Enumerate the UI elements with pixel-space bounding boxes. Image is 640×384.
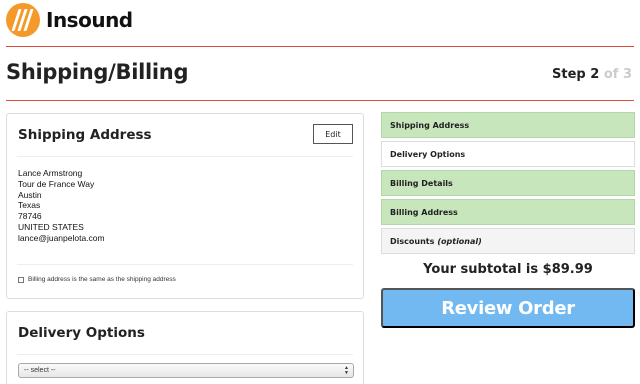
card-divider	[17, 156, 353, 157]
delivery-select-value: -- select --	[24, 367, 56, 374]
optional-label: (optional)	[437, 236, 482, 246]
logo-text: Insound	[46, 8, 133, 32]
shipping-address-title: Shipping Address	[18, 127, 152, 143]
address-name: Lance Armstrong	[18, 168, 83, 178]
subtotal-text: Your subtotal is $89.99	[423, 262, 593, 277]
site-header: Insound	[0, 0, 640, 46]
billing-same-checkbox[interactable]	[18, 276, 24, 283]
checkout-step-shipping-address[interactable]: Shipping Address	[381, 112, 635, 138]
billing-same-as-shipping[interactable]: Billing address is the same as the shipp…	[18, 276, 176, 283]
checkout-step-delivery-options[interactable]: Delivery Options	[381, 141, 635, 167]
shipping-address-card: Shipping Address Edit Lance Armstrong To…	[6, 113, 364, 299]
review-order-button[interactable]: Review Order	[381, 288, 635, 328]
checkout-step-label: Discounts	[390, 236, 435, 246]
address-street: Tour de France Way	[18, 178, 95, 189]
card-divider	[17, 354, 353, 355]
step-current: Step 2	[552, 67, 600, 82]
checkout-step-label: Billing Details	[390, 178, 453, 188]
logo-mark-icon	[6, 3, 40, 37]
address-state: Texas	[18, 200, 41, 211]
edit-shipping-button[interactable]: Edit	[313, 124, 353, 144]
checkout-step-billing-details[interactable]: Billing Details	[381, 170, 635, 196]
checkout-step-discounts[interactable]: Discounts (optional)	[381, 228, 635, 254]
delivery-options-select[interactable]: -- select -- ▲ ▼	[18, 363, 354, 378]
title-divider	[6, 100, 634, 101]
step-indicator: Step 2 of 3	[552, 67, 632, 82]
step-total: of 3	[603, 67, 632, 82]
select-arrows-icon: ▲ ▼	[344, 365, 349, 376]
checkout-steps: Shipping Address Delivery Options Billin…	[381, 112, 635, 257]
billing-same-label: Billing address is the same as the shipp…	[28, 276, 176, 283]
shipping-address-block: Lance Armstrong Tour de France Way Austi…	[18, 168, 105, 244]
card-divider	[17, 264, 353, 265]
page-title: Shipping/Billing	[6, 60, 189, 84]
address-zip: 78746	[18, 211, 42, 222]
address-country: UNITED STATES	[18, 221, 84, 232]
checkout-step-billing-address[interactable]: Billing Address	[381, 199, 635, 225]
address-email: lance@juanpelota.com	[18, 232, 105, 243]
checkout-step-label: Delivery Options	[390, 149, 466, 159]
checkout-step-label: Shipping Address	[390, 120, 470, 130]
address-city: Austin	[18, 189, 42, 200]
delivery-options-card: Delivery Options -- select -- ▲ ▼	[6, 311, 364, 384]
checkout-step-label: Billing Address	[390, 207, 458, 217]
insound-logo[interactable]: Insound	[6, 3, 133, 37]
delivery-options-title: Delivery Options	[18, 325, 145, 341]
header-divider	[6, 46, 634, 47]
